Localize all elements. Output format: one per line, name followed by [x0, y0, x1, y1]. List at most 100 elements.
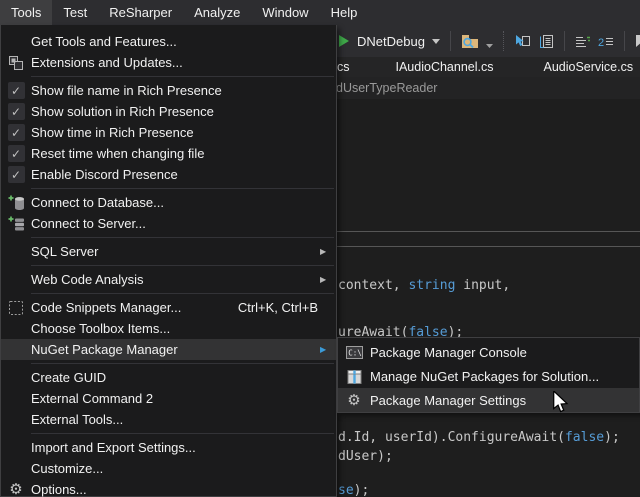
- menu-item-nuget-package-manager[interactable]: NuGet Package Manager▶: [1, 339, 336, 360]
- code-token: string: [408, 278, 455, 293]
- menu-item-label: Connect to Server...: [31, 216, 336, 231]
- check-icon: ✓: [8, 103, 25, 120]
- code-line: dUser);: [338, 449, 393, 465]
- code-token: d.Id, userId).ConfigureAwait(: [338, 430, 565, 445]
- manage-packages-icon: [338, 369, 370, 384]
- toolbar-separator: [450, 31, 451, 51]
- code-line: se);: [338, 483, 369, 497]
- menu-item-show-time-in-rich-presence[interactable]: ✓Show time in Rich Presence: [1, 122, 336, 143]
- indent-lines-icon[interactable]: [575, 35, 591, 48]
- code-token: false: [565, 430, 604, 445]
- menu-item-label: Show time in Rich Presence: [31, 125, 336, 140]
- menu-item-label: Customize...: [31, 461, 336, 476]
- vs-window: ToolsTestReSharperAnalyzeWindowHelp DNet…: [0, 0, 640, 497]
- toolbar-separator: [624, 31, 625, 51]
- menu-item-label: Choose Toolbox Items...: [31, 321, 336, 336]
- checkmark-gutter: ✓: [1, 124, 31, 141]
- code-token: );: [604, 430, 620, 445]
- menu-item-create-guid[interactable]: Create GUID: [1, 367, 336, 388]
- menubar-item-window[interactable]: Window: [251, 0, 319, 25]
- menu-item-label: Import and Export Settings...: [31, 440, 336, 455]
- checkmark-gutter: ✓: [1, 166, 31, 183]
- tab-cs[interactable]: cs: [337, 60, 350, 74]
- menu-item-label: NuGet Package Manager: [31, 342, 320, 357]
- menu-item-external-command-2[interactable]: External Command 2: [1, 388, 336, 409]
- svg-text:2: 2: [598, 37, 604, 48]
- submenu-item-package-manager-settings[interactable]: ⚙Package Manager Settings: [338, 388, 639, 412]
- run-config-label[interactable]: DNetDebug: [357, 34, 425, 49]
- tools-menu: Get Tools and Features... Extensions and …: [0, 25, 337, 497]
- menu-item-label: Code Snippets Manager...: [31, 300, 238, 315]
- menu-item-label: Create GUID: [31, 370, 336, 385]
- menu-item-label: External Tools...: [31, 412, 336, 427]
- find-in-files-icon[interactable]: [461, 33, 479, 49]
- mouse-cursor: [552, 391, 569, 419]
- tab-iaudiochannel-cs[interactable]: IAudioChannel.cs: [396, 60, 494, 74]
- menu-item-code-snippets-manager[interactable]: Code Snippets Manager...Ctrl+K, Ctrl+B: [1, 297, 336, 318]
- submenu-item-manage-nuget-packages-for-solution[interactable]: Manage NuGet Packages for Solution...: [338, 364, 639, 388]
- breadcrumb: dUserTypeReader: [336, 81, 437, 95]
- menu-item-connect-to-server[interactable]: Connect to Server...: [1, 213, 336, 234]
- bookmark-icon[interactable]: [635, 34, 640, 48]
- submenu-item-label: Package Manager Settings: [370, 393, 639, 408]
- menu-separator: [31, 293, 334, 294]
- format-document-icon[interactable]: 2: [598, 35, 614, 48]
- submenu-item-label: Package Manager Console: [370, 345, 639, 360]
- copy-code-icon[interactable]: [538, 34, 554, 49]
- menu-item-web-code-analysis[interactable]: Web Code Analysis▶: [1, 269, 336, 290]
- chevron-down-icon[interactable]: [432, 39, 440, 44]
- menubar-item-resharper[interactable]: ReSharper: [98, 0, 183, 25]
- menubar-item-test[interactable]: Test: [52, 0, 98, 25]
- chevron-down-small-icon[interactable]: [486, 34, 493, 48]
- menu-item-customize[interactable]: Customize...: [1, 458, 336, 479]
- menu-separator: [31, 237, 334, 238]
- checkmark-gutter: ✓: [1, 82, 31, 99]
- menu-separator: [31, 188, 334, 189]
- menu-item-external-tools[interactable]: External Tools...: [1, 409, 336, 430]
- navigate-backward-icon[interactable]: [514, 34, 531, 49]
- menu-separator: [31, 76, 334, 77]
- menu-item-label: Extensions and Updates...: [31, 55, 336, 70]
- menu-separator: [31, 363, 334, 364]
- code-line: context, string input,: [338, 278, 510, 294]
- gear-icon: ⚙: [338, 393, 370, 408]
- menubar-item-tools[interactable]: Tools: [0, 0, 52, 25]
- menu-item-show-solution-in-rich-presence[interactable]: ✓ Show solution in Rich Presence: [1, 101, 336, 122]
- gear-icon: ⚙: [1, 482, 31, 497]
- menu-item-choose-toolbox-items[interactable]: Choose Toolbox Items...: [1, 318, 336, 339]
- editor-region-divider: [337, 246, 640, 247]
- menu-item-label: SQL Server: [31, 244, 320, 259]
- menu-item-label: Show solution in Rich Presence: [31, 104, 336, 119]
- submenu-item-label: Manage NuGet Packages for Solution...: [370, 369, 639, 384]
- toolbar-separator: [564, 31, 565, 51]
- submenu-arrow-icon: ▶: [320, 345, 336, 354]
- menu-item-sql-server[interactable]: SQL Server▶: [1, 241, 336, 262]
- nuget-package-manager-submenu: C:\Package Manager Console Manage NuGet P…: [337, 337, 640, 413]
- run-play-icon[interactable]: [337, 34, 350, 48]
- extensions-icon: [1, 55, 31, 71]
- menu-item-shortcut: Ctrl+K, Ctrl+B: [238, 300, 318, 315]
- menu-item-options[interactable]: ⚙Options...: [1, 479, 336, 497]
- menu-item-enable-discord-presence[interactable]: ✓Enable Discord Presence: [1, 164, 336, 185]
- menu-bar: ToolsTestReSharperAnalyzeWindowHelp: [0, 0, 640, 25]
- menu-item-extensions-and-updates[interactable]: Extensions and Updates...: [1, 52, 336, 73]
- code-token: );: [354, 483, 370, 497]
- menu-item-label: Connect to Database...: [31, 195, 336, 210]
- menu-item-label: Options...: [31, 482, 336, 497]
- menu-item-show-file-name-in-rich-presence[interactable]: ✓Show file name in Rich Presence: [1, 80, 336, 101]
- editor-region-divider: [337, 231, 640, 232]
- menu-item-reset-time-when-changing-file[interactable]: ✓Reset time when changing file: [1, 143, 336, 164]
- menu-item-get-tools-and-features[interactable]: Get Tools and Features...: [1, 31, 336, 52]
- submenu-item-package-manager-console[interactable]: C:\Package Manager Console: [338, 340, 639, 364]
- menu-item-connect-to-database[interactable]: Connect to Database...: [1, 192, 336, 213]
- menubar-item-help[interactable]: Help: [320, 0, 369, 25]
- menu-item-label: External Command 2: [31, 391, 336, 406]
- tab-audioservice-cs[interactable]: AudioService.cs: [543, 60, 633, 74]
- check-icon: ✓: [8, 166, 25, 183]
- menubar-item-analyze[interactable]: Analyze: [183, 0, 251, 25]
- connect-server-icon: [1, 216, 31, 232]
- menu-item-import-and-export-settings[interactable]: Import and Export Settings...: [1, 437, 336, 458]
- code-token: input,: [455, 278, 510, 293]
- connect-database-icon: [1, 195, 31, 211]
- menu-separator: [31, 433, 334, 434]
